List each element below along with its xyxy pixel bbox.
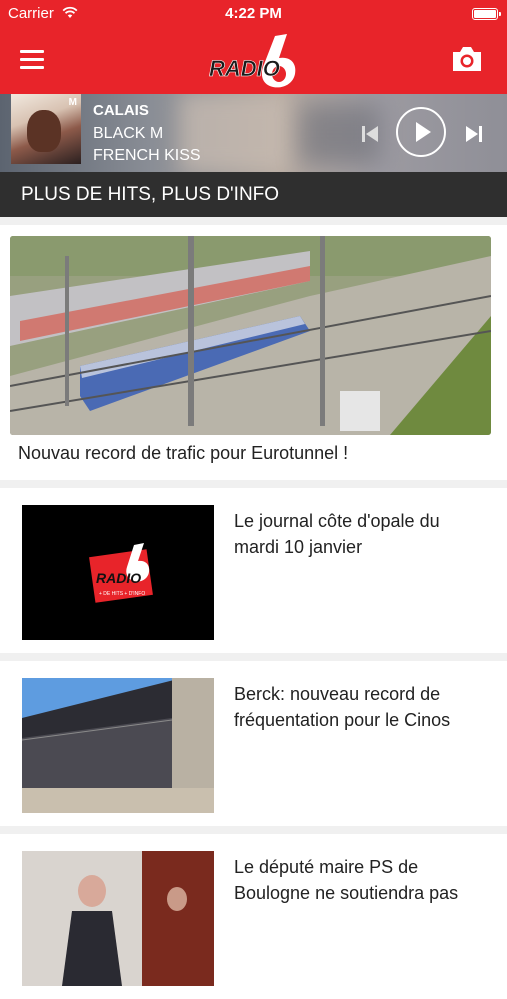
skip-next-icon[interactable] <box>464 124 484 144</box>
track-title: FRENCH KISS <box>93 147 201 164</box>
status-bar: Carrier 4:22 PM <box>0 0 507 28</box>
featured-title: Nouvau record de trafic pour Eurotunnel … <box>18 443 349 463</box>
list-item[interactable]: RADIO + DE HITS + D'INFO Le journal côte… <box>0 488 507 653</box>
artist-name: BLACK M <box>93 125 164 142</box>
hamburger-icon[interactable] <box>20 50 44 70</box>
featured-image[interactable] <box>10 236 491 435</box>
nav-bar: RADIO <box>0 28 507 94</box>
article-title: Berck: nouveau record de fréquentation p… <box>234 684 451 730</box>
tagline-banner: PLUS DE HITS, PLUS D'INFO <box>0 172 507 217</box>
play-icon <box>416 122 431 142</box>
featured-article[interactable]: Nouvau record de trafic pour Eurotunnel … <box>0 225 507 480</box>
tagline-text: PLUS DE HITS, PLUS D'INFO <box>21 184 280 205</box>
radio6-logo-thumb: RADIO + DE HITS + D'INFO <box>22 505 214 640</box>
thumb-logo-text: RADIO <box>96 570 141 586</box>
train-photo <box>10 236 491 435</box>
article-thumbnail <box>22 851 214 986</box>
list-item[interactable]: Le député maire PS de Boulogne ne soutie… <box>0 834 507 999</box>
skip-previous-icon[interactable] <box>360 124 380 144</box>
article-thumbnail: RADIO + DE HITS + D'INFO <box>22 505 214 640</box>
article-title: Le journal côte d'opale du mardi 10 janv… <box>234 511 440 557</box>
people-photo <box>22 851 214 986</box>
station-name: CALAIS <box>93 102 149 119</box>
logo-text: RADIO <box>209 56 280 81</box>
camera-icon[interactable] <box>450 44 484 74</box>
list-item[interactable]: Berck: nouveau record de fréquentation p… <box>0 661 507 826</box>
clock: 4:22 PM <box>225 5 282 22</box>
battery-icon <box>472 8 501 20</box>
cover-badge: M <box>68 97 77 108</box>
now-playing-bar[interactable]: M CALAIS BLACK M FRENCH KISS <box>0 94 507 172</box>
play-button[interactable] <box>396 107 446 157</box>
thumb-slogan: + DE HITS + D'INFO <box>99 591 145 597</box>
article-title: Le député maire PS de Boulogne ne soutie… <box>234 857 459 903</box>
album-cover: M <box>11 94 81 164</box>
radio6-logo[interactable]: RADIO <box>205 32 305 90</box>
article-thumbnail <box>22 678 214 813</box>
building-photo <box>22 678 214 813</box>
